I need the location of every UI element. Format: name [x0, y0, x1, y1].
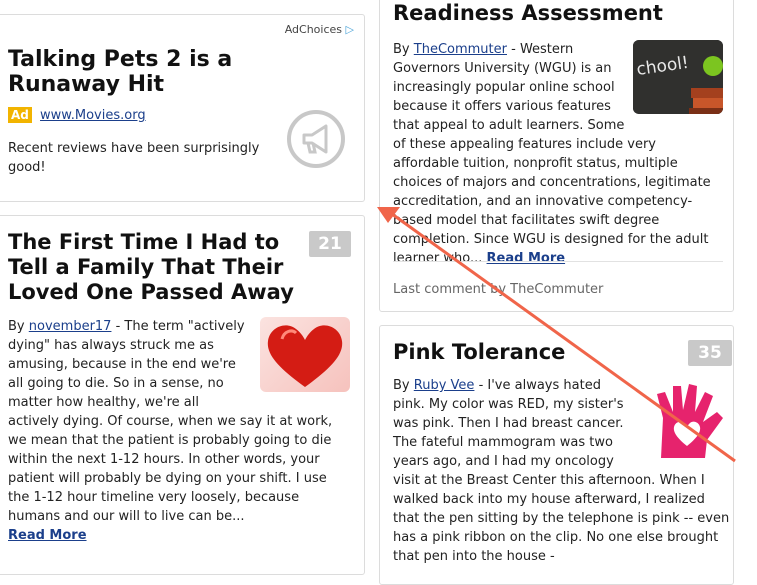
adchoices-icon: ▷	[345, 23, 354, 36]
read-more-link[interactable]: Read More	[487, 251, 566, 266]
author-link[interactable]: Ruby Vee	[414, 378, 475, 393]
last-comment-text[interactable]: Last comment by TheCommuter	[393, 282, 603, 297]
adchoices-label[interactable]: AdChoices ▷	[285, 23, 354, 36]
author-link[interactable]: TheCommuter	[414, 42, 507, 57]
megaphone-icon	[286, 109, 346, 169]
article-excerpt-rest: and I had my oncology visit at the Breas…	[393, 454, 730, 564]
red-heart-image[interactable]	[260, 317, 350, 392]
ad-url-link[interactable]: www.Movies.org	[40, 108, 146, 123]
article-title[interactable]: Readiness Assessment	[393, 1, 723, 26]
pink-hand-heart-image[interactable]	[643, 382, 733, 458]
article-card-right-bottom: Pink Tolerance 35 By Ruby Vee - I've alw…	[379, 325, 734, 585]
ad-title[interactable]: Talking Pets 2 is a Runaway Hit	[8, 47, 343, 97]
byline-prefix: By	[8, 319, 25, 334]
byline-prefix: By	[393, 378, 410, 393]
article-card-right-top: Readiness Assessment chool! By TheCommut…	[379, 0, 734, 312]
ad-tag: Ad	[8, 107, 32, 123]
ad-card[interactable]: AdChoices ▷ Talking Pets 2 is a Runaway …	[0, 14, 365, 202]
article-excerpt-rest: we're all actively dying. Of course, whe…	[8, 395, 333, 524]
article-card-left: The First Time I Had to Tell a Family Th…	[0, 215, 365, 575]
article-excerpt-rest: Some of these appealing features include…	[393, 118, 711, 266]
read-more-link[interactable]: Read More	[8, 528, 87, 543]
comment-count-badge[interactable]: 21	[309, 231, 351, 257]
author-link[interactable]: november17	[29, 319, 112, 334]
ad-text: Recent reviews have been surprisingly go…	[8, 141, 260, 175]
article-title[interactable]: Pink Tolerance	[393, 340, 683, 365]
byline-prefix: By	[393, 42, 410, 57]
comment-count-badge[interactable]: 35	[688, 340, 732, 366]
school-chalkboard-image[interactable]: chool!	[633, 40, 723, 114]
article-title[interactable]: The First Time I Had to Tell a Family Th…	[8, 230, 308, 305]
